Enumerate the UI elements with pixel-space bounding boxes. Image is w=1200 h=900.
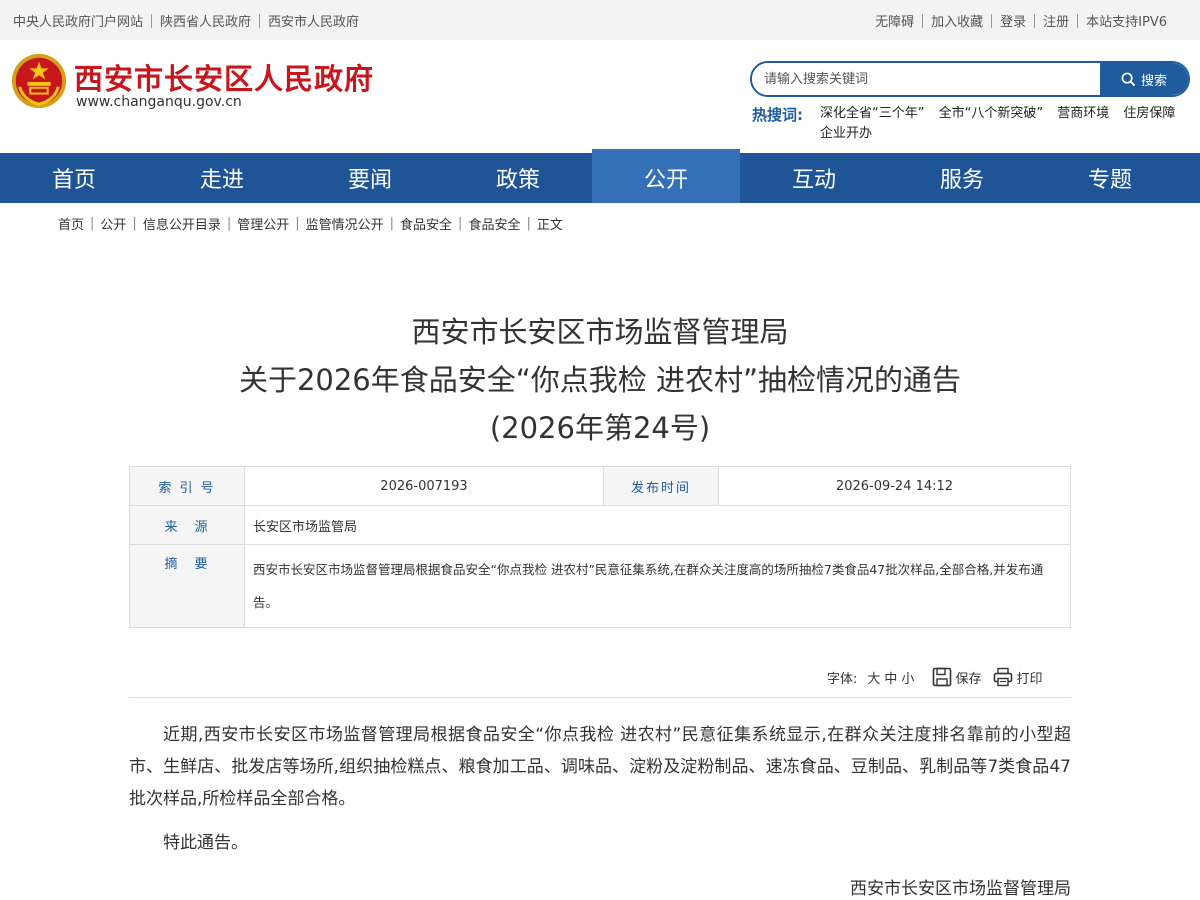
article-tools: 字体: 大 中 小 保存 打印	[827, 667, 1042, 687]
nav-item-news[interactable]: 要闻	[296, 153, 444, 203]
article-meta-table: 索 引 号 2026-007193 发布时间 2026-09-24 14:12 …	[129, 466, 1071, 628]
article-paragraph: 近期,西安市长安区市场监督管理局根据食品安全“你点我检 进农村”民意征集系统显示…	[129, 725, 1071, 809]
print-button[interactable]: 打印	[993, 667, 1042, 687]
hot-word[interactable]: 全市“八个新突破”	[939, 106, 1043, 121]
search-button-label: 搜索	[1140, 73, 1167, 89]
font-size-medium-button[interactable]: 中	[884, 668, 897, 687]
article-body: 近期,西安市长安区市场监督管理局根据食品安全“你点我检 进农村”民意征集系统显示…	[129, 719, 1071, 871]
divider	[1034, 13, 1036, 28]
save-icon	[933, 667, 952, 687]
breadcrumb-item[interactable]: 管理公开	[237, 214, 289, 233]
nav-item-about[interactable]: 走进	[148, 153, 296, 203]
nav-item-disclosure[interactable]: 公开	[592, 149, 740, 203]
nav-item-home[interactable]: 首页	[0, 153, 148, 203]
hot-word[interactable]: 企业开办	[820, 126, 872, 141]
nav-item-policy[interactable]: 政策	[444, 153, 592, 203]
title-line: 关于2026年食品安全“你点我检 进农村”抽检情况的通告	[238, 363, 962, 397]
breadcrumb-current: 正文	[536, 218, 563, 233]
summary-value: 西安市长安区市场监督管理局根据食品安全“你点我检 进农村”民意征集系统,在群众关…	[244, 544, 1071, 628]
print-label: 打印	[1016, 671, 1043, 687]
search-input[interactable]	[752, 63, 1100, 95]
divider	[1077, 13, 1079, 28]
hot-word[interactable]: 深化全省“三个年”	[820, 106, 924, 121]
hot-words-list: 深化全省“三个年” 全市“八个新突破” 营商环境 住房保障 企业开办	[820, 104, 1190, 144]
link-xian-gov[interactable]: 西安市人民政府	[268, 11, 359, 30]
breadcrumb-item[interactable]: 信息公开目录	[143, 214, 221, 233]
site-url: www.changanqu.gov.cn	[76, 94, 242, 110]
index-value: 2026-007193	[244, 466, 604, 506]
font-size-label: 字体:	[827, 671, 858, 687]
print-icon	[994, 667, 1013, 687]
search-button[interactable]: 搜索	[1100, 63, 1188, 95]
top-bar: 中央人民政府门户网站 陕西省人民政府 西安市人民政府 无障碍 加入收藏 登录 注…	[0, 0, 1200, 40]
top-right-links: 无障碍 加入收藏 登录 注册 本站支持IPV6	[875, 11, 1167, 30]
hot-word[interactable]: 营商环境	[1057, 106, 1109, 121]
top-left-links: 中央人民政府门户网站 陕西省人民政府 西安市人民政府	[13, 11, 359, 30]
source-value: 长安区市场监管局	[244, 505, 1071, 545]
index-label: 索 引 号	[129, 466, 245, 506]
article-title: 西安市长安区市场监督管理局 关于2026年食品安全“你点我检 进农村”抽检情况的…	[100, 308, 1100, 452]
main-nav: 首页 走进 要闻 政策 公开 互动 服务 专题	[0, 149, 1200, 203]
save-label: 保存	[955, 671, 982, 687]
divider	[151, 13, 153, 28]
breadcrumb-item[interactable]: 食品安全	[400, 214, 452, 233]
nav-item-topics[interactable]: 专题	[1036, 153, 1184, 203]
save-button[interactable]: 保存	[932, 667, 981, 687]
divider	[259, 13, 261, 28]
nav-item-interaction[interactable]: 互动	[740, 153, 888, 203]
add-favorite-link[interactable]: 加入收藏	[931, 11, 983, 30]
divider	[922, 13, 924, 28]
table-row: 索 引 号 2026-007193 发布时间 2026-09-24 14:12	[129, 466, 1071, 506]
search-box: 搜索	[750, 61, 1190, 97]
title-line: 西安市长安区市场监督管理局	[411, 315, 789, 349]
breadcrumb-item[interactable]: 公开	[100, 214, 126, 233]
site-header: 西安市长安区人民政府 www.changanqu.gov.cn 搜索 热搜词: …	[0, 40, 1200, 153]
summary-label: 摘 要	[129, 544, 245, 628]
ipv6-notice: 本站支持IPV6	[1086, 15, 1167, 30]
table-row: 来 源 长安区市场监管局	[129, 505, 1071, 545]
hot-word[interactable]: 住房保障	[1123, 106, 1175, 121]
hot-words-label: 热搜词:	[752, 106, 803, 124]
font-size-large-button[interactable]: 大	[867, 668, 880, 687]
date-label: 发布时间	[603, 466, 719, 506]
national-emblem-icon	[11, 53, 67, 109]
nav-item-service[interactable]: 服务	[888, 153, 1036, 203]
accessibility-link[interactable]: 无障碍	[875, 11, 914, 30]
link-central-gov[interactable]: 中央人民政府门户网站	[13, 11, 143, 30]
article-signature: 西安市长安区市场监督管理局	[850, 879, 1071, 899]
register-link[interactable]: 注册	[1043, 11, 1069, 30]
divider	[991, 13, 993, 28]
site-title[interactable]: 西安市长安区人民政府	[74, 56, 374, 98]
search-icon	[1121, 72, 1136, 86]
source-label: 来 源	[129, 505, 245, 545]
article-paragraph: 特此通告。	[163, 833, 248, 853]
breadcrumb-item[interactable]: 首页	[58, 214, 84, 233]
date-value: 2026-09-24 14:12	[718, 466, 1071, 506]
font-size-small-button[interactable]: 小	[901, 668, 914, 687]
title-line: (2026年第24号)	[489, 411, 711, 445]
link-shaanxi-gov[interactable]: 陕西省人民政府	[160, 11, 251, 30]
breadcrumb: 首页 | 公开 | 信息公开目录 | 管理公开 | 监管情况公开 | 食品安全 | 食品安全…	[58, 214, 563, 233]
breadcrumb-item[interactable]: 食品安全	[468, 214, 520, 233]
login-link[interactable]: 登录	[1000, 11, 1026, 30]
content-divider	[129, 697, 1071, 698]
breadcrumb-item[interactable]: 监管情况公开	[306, 214, 384, 233]
table-row: 摘 要 西安市长安区市场监督管理局根据食品安全“你点我检 进农村”民意征集系统,…	[129, 544, 1071, 628]
